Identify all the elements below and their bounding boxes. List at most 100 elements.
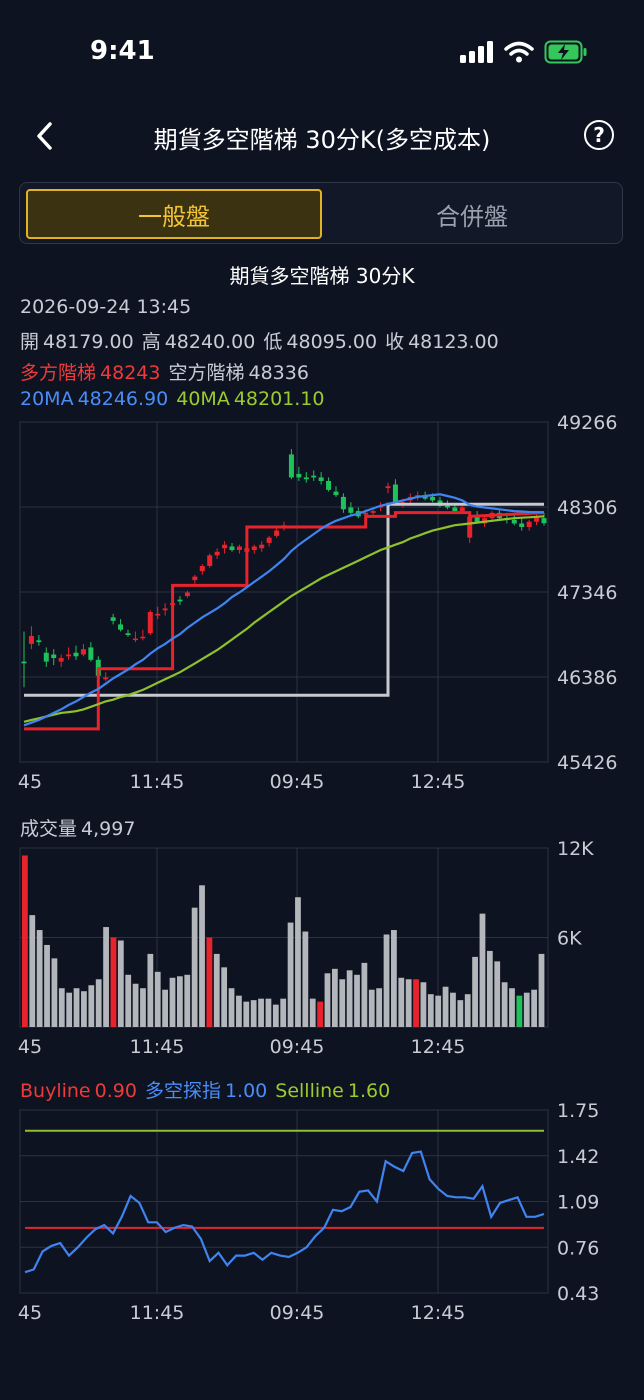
volume-bar: [258, 998, 264, 1027]
x-tick-label: 09:45: [270, 771, 325, 793]
volume-bar: [184, 974, 191, 1027]
candle-body: [80, 649, 86, 655]
volume-bar: [29, 915, 36, 1027]
volume-bar: [140, 988, 146, 1027]
candle-body: [155, 613, 161, 616]
tab-regular-session[interactable]: 一般盤: [26, 189, 322, 239]
indicator-y-tick-label: 1.09: [557, 1192, 599, 1214]
x-tick-label: 12:45: [411, 1302, 466, 1324]
candle-body: [51, 654, 57, 659]
volume-bar: [450, 992, 456, 1027]
open-label: 開: [20, 331, 40, 353]
wifi-icon: [504, 41, 534, 63]
volume-bar: [457, 1000, 464, 1027]
help-button[interactable]: ?: [584, 120, 614, 150]
candle-body: [110, 617, 116, 621]
volume-info: 成交量 4,997: [20, 814, 143, 841]
volume-bar: [154, 971, 161, 1027]
volume-bar: [162, 989, 169, 1027]
volume-bar: [147, 953, 154, 1027]
open-value: 48179.00: [43, 331, 134, 353]
candle-body: [147, 612, 153, 634]
candle-body: [303, 477, 309, 480]
volume-value: 4,997: [81, 818, 136, 840]
volume-bar: [302, 931, 309, 1027]
x-tick-label: 11:45: [130, 1036, 185, 1058]
candle-body: [326, 480, 332, 490]
info-datetime: 2026-09-24 13:45: [20, 296, 192, 318]
candle-body: [103, 677, 109, 680]
candle-body: [184, 592, 190, 597]
volume-bar: [538, 953, 545, 1027]
candle-body: [66, 654, 72, 657]
volume-bar: [339, 979, 346, 1027]
volume-bar: [117, 940, 124, 1027]
high-value: 48240.00: [164, 331, 256, 353]
price-chart[interactable]: 49266 48306 47346 46386 45426 45 11:45 09:45 12:…: [0, 400, 644, 800]
volume-bar: [420, 982, 427, 1027]
candle-body: [430, 496, 436, 501]
indicator-y-tick-label: 0.76: [557, 1237, 599, 1259]
buyline-value: 0.90: [94, 1080, 137, 1102]
volume-bar: [368, 989, 375, 1027]
volume-bar: [199, 885, 205, 1027]
x-tick-label: 09:45: [270, 1036, 325, 1058]
volume-bar: [103, 927, 109, 1027]
volume-bar: [228, 988, 235, 1027]
volume-bar: [494, 961, 501, 1027]
candle-body: [370, 511, 376, 513]
volume-chart[interactable]: 12K 6K 45 11:45 09:45 12:45: [0, 840, 644, 1070]
volume-bar: [486, 950, 493, 1027]
volume-bar: [169, 977, 176, 1027]
status-bar: 9:41: [0, 0, 644, 100]
indicator-info: Buyline 0.90 多空探指 1.00 Sellline 1.60: [20, 1076, 398, 1103]
volume-bar: [236, 995, 242, 1027]
volume-bar: [280, 998, 287, 1027]
status-icons: [460, 40, 588, 64]
candle-body: [288, 454, 294, 478]
candle-body: [199, 565, 205, 572]
volume-bar: [516, 995, 523, 1027]
candle-body: [236, 546, 242, 551]
volume-bar: [346, 970, 353, 1027]
candle-body: [251, 546, 257, 551]
price-y-tick-label: 45426: [557, 752, 617, 774]
volume-bar: [81, 991, 87, 1027]
candle-body: [73, 652, 79, 657]
candle-body: [207, 555, 213, 566]
volume-bar: [221, 967, 228, 1027]
status-time: 9:41: [90, 36, 155, 66]
candle-body: [452, 507, 458, 512]
sellline-value: 1.60: [347, 1080, 391, 1102]
candle-body: [519, 523, 525, 528]
volume-bar: [58, 988, 65, 1027]
volume-bar: [250, 1000, 257, 1027]
x-tick-label: 45: [18, 771, 42, 793]
index-label: 多空探指: [144, 1080, 221, 1102]
info-ohlc: 開 48179.00 高 48240.00 低 48095.00 收 48123.00: [20, 327, 507, 354]
candle-body: [140, 636, 146, 639]
candle-body: [311, 475, 317, 478]
volume-bar: [36, 930, 43, 1027]
x-tick-label: 09:45: [270, 1302, 325, 1324]
volume-bar: [66, 992, 73, 1027]
volume-label: 成交量: [20, 818, 78, 840]
candle-body: [229, 546, 235, 551]
indicator-chart[interactable]: 1.75 1.42 1.09 0.76 0.43 45 11:45 09:45 12:45: [0, 1100, 644, 1330]
volume-bar: [405, 979, 412, 1027]
candle-body: [125, 633, 131, 636]
volume-bar: [272, 1004, 279, 1027]
volume-bar: [265, 998, 272, 1027]
x-tick-label: 12:45: [411, 1036, 466, 1058]
candle-body: [162, 608, 168, 611]
tab-combined-session[interactable]: 合併盤: [324, 189, 620, 239]
chart-title: 期貨多空階梯 30分K: [229, 264, 415, 288]
candle-body: [511, 519, 517, 524]
candle-body: [541, 518, 547, 524]
candle-body: [58, 658, 64, 662]
x-tick-label: 12:45: [411, 771, 466, 793]
candle-body: [266, 537, 272, 543]
volume-bar: [472, 956, 478, 1027]
candle-body: [348, 507, 354, 513]
page-title: 期貨多空階梯 30分K(多空成本): [153, 126, 491, 154]
